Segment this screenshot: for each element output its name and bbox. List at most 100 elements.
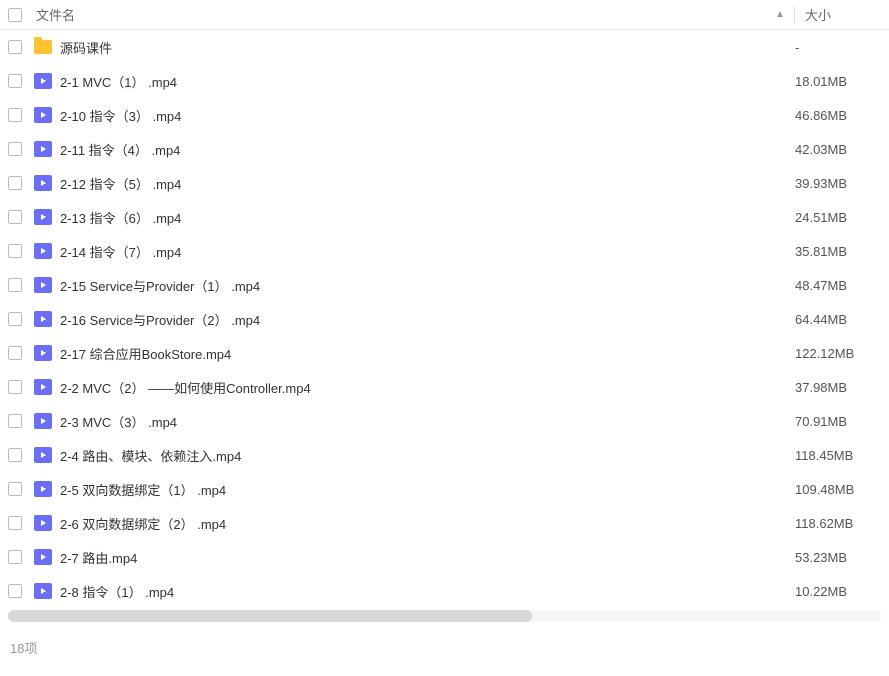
file-row[interactable]: 2-15 Service与Provider（1） .mp4 48.47MB: [0, 268, 889, 302]
file-row[interactable]: 2-1 MVC（1） .mp418.01MB: [0, 64, 889, 98]
video-icon-cell: [32, 515, 54, 531]
row-checkbox[interactable]: [8, 482, 22, 496]
row-checkbox-cell: [8, 176, 32, 190]
file-row[interactable]: 2-12 指令（5） .mp439.93MB: [0, 166, 889, 200]
row-checkbox[interactable]: [8, 414, 22, 428]
video-icon-cell: [32, 481, 54, 497]
file-size: 35.81MB: [791, 244, 881, 259]
horizontal-scrollbar[interactable]: [8, 610, 881, 622]
row-checkbox[interactable]: [8, 346, 22, 360]
file-row[interactable]: 2-7 路由.mp4 53.23MB: [0, 540, 889, 574]
file-row[interactable]: 2-3 MVC（3） .mp470.91MB: [0, 404, 889, 438]
file-name[interactable]: 2-5 双向数据绑定（1） .mp4: [60, 480, 762, 499]
row-checkbox-cell: [8, 414, 32, 428]
file-name[interactable]: 2-16 Service与Provider（2） .mp4: [60, 310, 762, 329]
scrollbar-thumb[interactable]: [8, 610, 532, 622]
file-name[interactable]: 2-17 综合应用BookStore.mp4: [60, 344, 762, 363]
column-divider: [794, 6, 795, 24]
row-checkbox-cell: [8, 584, 32, 598]
select-all-checkbox[interactable]: [8, 8, 22, 22]
file-name[interactable]: 2-13 指令（6） .mp4: [60, 208, 762, 227]
file-list: 源码课件-2-1 MVC（1） .mp418.01MB2-10 指令（3） .m…: [0, 30, 889, 608]
file-size: 48.47MB: [791, 278, 881, 293]
row-checkbox-cell: [8, 244, 32, 258]
video-icon: [34, 583, 52, 599]
row-checkbox[interactable]: [8, 40, 22, 54]
row-checkbox[interactable]: [8, 380, 22, 394]
file-size: 118.62MB: [791, 516, 881, 531]
row-checkbox[interactable]: [8, 244, 22, 258]
row-checkbox[interactable]: [8, 312, 22, 326]
row-checkbox-cell: [8, 380, 32, 394]
video-icon-cell: [32, 311, 54, 327]
file-size: 109.48MB: [791, 482, 881, 497]
row-checkbox-cell: [8, 482, 32, 496]
video-icon: [34, 311, 52, 327]
file-name[interactable]: 2-8 指令（1） .mp4: [60, 582, 762, 601]
video-icon-cell: [32, 379, 54, 395]
video-icon-cell: [32, 243, 54, 259]
file-size: 42.03MB: [791, 142, 881, 157]
video-icon: [34, 209, 52, 225]
file-name[interactable]: 2-2 MVC（2） ——如何使用Controller.mp4: [60, 378, 762, 397]
row-checkbox[interactable]: [8, 550, 22, 564]
file-row[interactable]: 2-8 指令（1） .mp410.22MB: [0, 574, 889, 608]
row-checkbox[interactable]: [8, 278, 22, 292]
video-icon: [34, 379, 52, 395]
video-icon-cell: [32, 549, 54, 565]
file-name[interactable]: 2-11 指令（4） .mp4: [60, 140, 762, 159]
video-icon: [34, 549, 52, 565]
file-name[interactable]: 2-1 MVC（1） .mp4: [60, 72, 762, 91]
column-size[interactable]: 大小: [801, 5, 881, 24]
row-checkbox-cell: [8, 550, 32, 564]
video-icon-cell: [32, 583, 54, 599]
file-row[interactable]: 2-11 指令（4） .mp4 42.03MB: [0, 132, 889, 166]
file-size: 118.45MB: [791, 448, 881, 463]
row-checkbox[interactable]: [8, 176, 22, 190]
file-size: 53.23MB: [791, 550, 881, 565]
file-size: 122.12MB: [791, 346, 881, 361]
video-icon-cell: [32, 107, 54, 123]
file-row[interactable]: 2-4 路由、模块、依赖注入.mp4 118.45MB: [0, 438, 889, 472]
row-checkbox[interactable]: [8, 74, 22, 88]
row-checkbox-cell: [8, 108, 32, 122]
video-icon-cell: [32, 209, 54, 225]
file-name[interactable]: 2-6 双向数据绑定（2） .mp4: [60, 514, 762, 533]
row-checkbox[interactable]: [8, 142, 22, 156]
file-row[interactable]: 2-6 双向数据绑定（2） .mp4 118.62MB: [0, 506, 889, 540]
row-checkbox[interactable]: [8, 584, 22, 598]
row-checkbox[interactable]: [8, 516, 22, 530]
file-name[interactable]: 2-12 指令（5） .mp4: [60, 174, 762, 193]
file-name[interactable]: 2-15 Service与Provider（1） .mp4: [60, 276, 762, 295]
file-name[interactable]: 源码课件: [60, 38, 762, 57]
file-row[interactable]: 2-16 Service与Provider（2） .mp4 64.44MB: [0, 302, 889, 336]
video-icon: [34, 277, 52, 293]
file-row[interactable]: 2-2 MVC（2） ——如何使用Controller.mp4 37.98MB: [0, 370, 889, 404]
file-row[interactable]: 2-10 指令（3） .mp446.86MB: [0, 98, 889, 132]
file-name[interactable]: 2-7 路由.mp4: [60, 548, 762, 567]
file-name[interactable]: 2-4 路由、模块、依赖注入.mp4: [60, 446, 762, 465]
video-icon-cell: [32, 73, 54, 89]
column-filename[interactable]: 文件名: [32, 5, 772, 24]
video-icon: [34, 175, 52, 191]
file-name[interactable]: 2-14 指令（7） .mp4: [60, 242, 762, 261]
video-icon: [34, 107, 52, 123]
row-checkbox[interactable]: [8, 210, 22, 224]
file-size: 64.44MB: [791, 312, 881, 327]
row-checkbox[interactable]: [8, 448, 22, 462]
file-row[interactable]: 2-17 综合应用BookStore.mp4 122.12MB: [0, 336, 889, 370]
file-row[interactable]: 2-14 指令（7） .mp4 35.81MB: [0, 234, 889, 268]
file-row[interactable]: 2-5 双向数据绑定（1） .mp4 109.48MB: [0, 472, 889, 506]
sort-indicator-icon[interactable]: ▲: [772, 9, 788, 20]
video-icon: [34, 481, 52, 497]
item-count: 18项: [10, 641, 37, 656]
file-row[interactable]: 2-13 指令（6） .mp424.51MB: [0, 200, 889, 234]
select-all-cell: [8, 8, 32, 22]
file-name[interactable]: 2-10 指令（3） .mp4: [60, 106, 762, 125]
file-name[interactable]: 2-3 MVC（3） .mp4: [60, 412, 762, 431]
file-size: 37.98MB: [791, 380, 881, 395]
row-checkbox-cell: [8, 40, 32, 54]
file-row[interactable]: 源码课件-: [0, 30, 889, 64]
row-checkbox[interactable]: [8, 108, 22, 122]
video-icon-cell: [32, 175, 54, 191]
